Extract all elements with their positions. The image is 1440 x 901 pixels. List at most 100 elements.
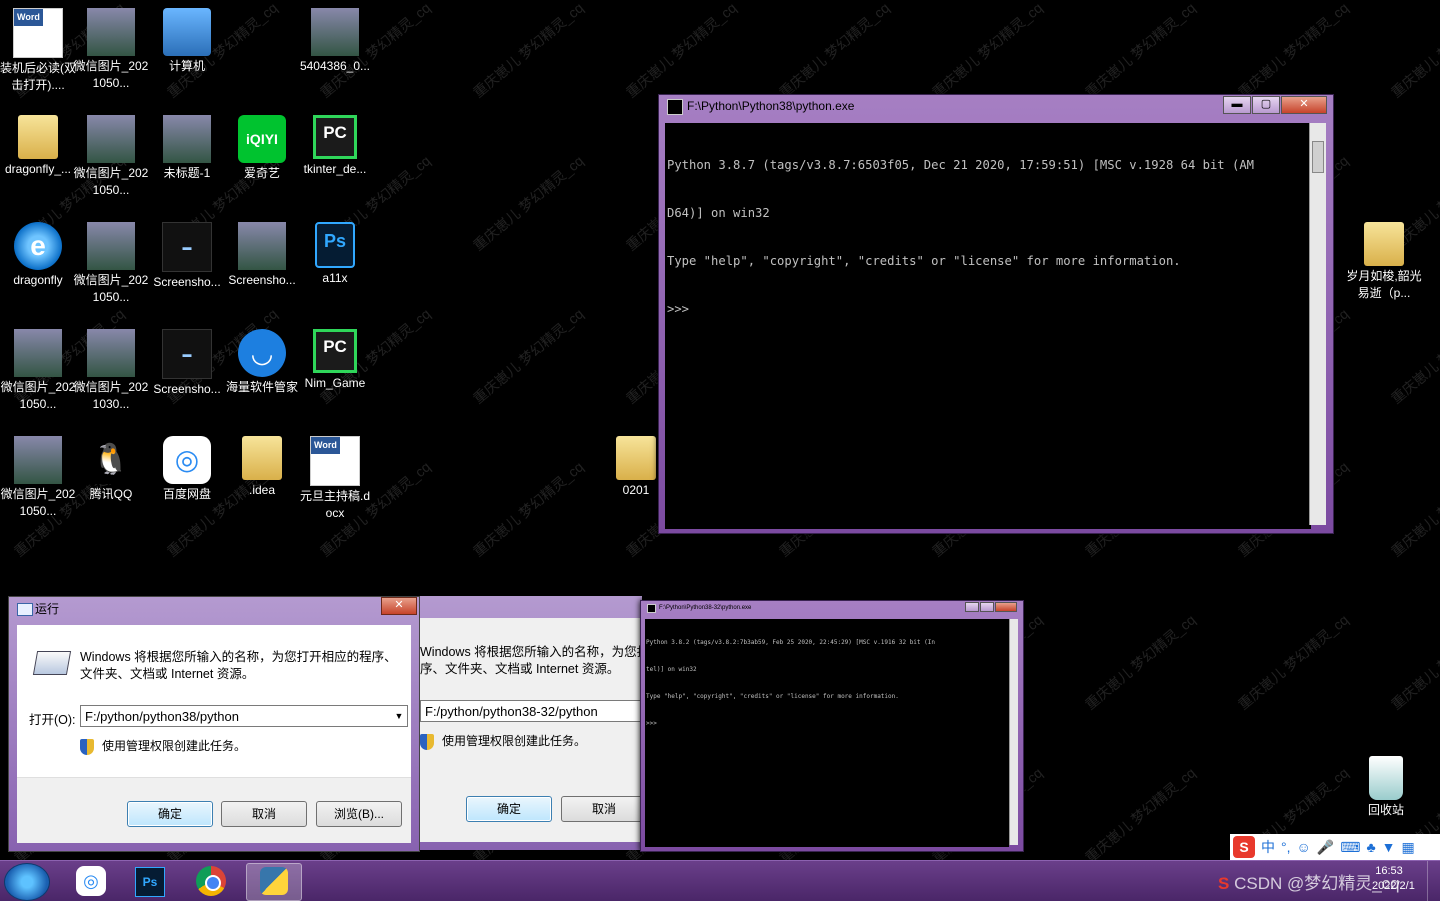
desktop-icon[interactable]: 微信图片_2021050... bbox=[73, 218, 149, 306]
run-titlebar[interactable]: 运行 ✕ bbox=[9, 597, 419, 621]
chrome-icon bbox=[196, 866, 226, 896]
photo-thumbnail bbox=[163, 115, 211, 163]
taskbar-photoshop[interactable]: Ps bbox=[123, 863, 177, 899]
console-window-py38-32[interactable]: F:\Python\Python38-32\python.exe Python … bbox=[640, 600, 1024, 852]
ime-language[interactable]: 中 bbox=[1261, 837, 1275, 857]
scrollbar-thumb[interactable] bbox=[1312, 141, 1324, 173]
watermark-text: 重庆崽儿 梦幻精灵_cq bbox=[470, 458, 587, 560]
desktop-icon[interactable]: 微信图片_2021050... bbox=[73, 4, 149, 92]
watermark-text: 重庆崽儿 梦幻精灵_cq bbox=[1082, 0, 1199, 101]
maximize-button[interactable]: ▢ bbox=[1252, 96, 1280, 114]
photo-thumbnail bbox=[14, 329, 62, 377]
desktop-icon[interactable]: Screensho... bbox=[224, 218, 300, 289]
console-line: tel)] on win32 bbox=[646, 666, 697, 673]
desktop-icon[interactable]: 微信图片_2021050... bbox=[0, 432, 76, 520]
folder-icon bbox=[1364, 222, 1404, 266]
skin-icon[interactable]: ♣ bbox=[1366, 839, 1375, 855]
desktop-icon-label: 百度网盘 bbox=[162, 487, 211, 501]
desktop-icon[interactable]: 岁月如梭,韶光易逝（p... bbox=[1346, 218, 1422, 302]
watermark-text: 重庆崽儿 梦幻精灵_cq bbox=[1388, 458, 1440, 560]
run-app-icon bbox=[17, 603, 33, 616]
desktop-icon[interactable]: ◎ 百度网盘 bbox=[149, 432, 225, 503]
csdn-logo-icon: S bbox=[1218, 874, 1230, 893]
minimize-button-small[interactable] bbox=[965, 602, 979, 612]
run-open-combobox[interactable]: F:/python/python38/python bbox=[80, 705, 408, 727]
photo-thumbnail bbox=[14, 436, 62, 484]
pycharm-icon: PC bbox=[313, 329, 357, 373]
desktop-icon[interactable]: dragonfly_... bbox=[0, 111, 76, 178]
emoji-icon[interactable]: ☺ bbox=[1297, 839, 1311, 855]
run-open-input-behind[interactable]: F:/python/python38-32/python bbox=[420, 700, 642, 722]
ime-toolbar[interactable]: S 中 °, ☺ 🎤 ⌨ ♣ ▼ ▦ bbox=[1230, 834, 1440, 860]
ok-button[interactable]: 确定 bbox=[127, 801, 213, 827]
desktop-icon[interactable]: ◡ 海量软件管家 bbox=[224, 325, 300, 396]
desktop-icon-label: .idea bbox=[248, 483, 276, 497]
cancel-button-behind[interactable]: 取消 bbox=[561, 796, 647, 822]
console-app-icon bbox=[647, 604, 656, 613]
baidu-netdisk-icon: ◎ bbox=[76, 866, 106, 896]
desktop-icon-label: 未标题-1 bbox=[163, 166, 211, 180]
run-dialog[interactable]: 运行 ✕ Windows 将根据您所输入的名称，为您打开相应的程序、文件夹、文档… bbox=[8, 596, 420, 852]
show-desktop-button[interactable] bbox=[1427, 861, 1440, 901]
desktop-icon-label: 元旦主持稿.docx bbox=[299, 489, 370, 520]
desktop-icon[interactable]: PC Nim_Game bbox=[297, 325, 373, 392]
desktop-icon[interactable]: 微信图片_2021030... bbox=[73, 325, 149, 413]
close-button[interactable]: ✕ bbox=[381, 597, 417, 615]
start-button[interactable] bbox=[4, 863, 50, 901]
console-scrollbar[interactable] bbox=[1309, 123, 1326, 525]
desktop-icon[interactable]: 微信图片_2021050... bbox=[0, 325, 76, 413]
ok-button-behind[interactable]: 确定 bbox=[466, 796, 552, 822]
sogou-icon[interactable]: S bbox=[1233, 836, 1255, 858]
desktop-icon[interactable]: iQIYI 爱奇艺 bbox=[224, 111, 300, 182]
desktop-icon[interactable]: Ps a11x bbox=[297, 218, 373, 287]
shirt-icon[interactable]: ▼ bbox=[1382, 839, 1396, 855]
console-window-py38[interactable]: F:\Python\Python38\python.exe ▬ ▢ ✕ Pyth… bbox=[658, 94, 1334, 534]
taskbar-chrome[interactable] bbox=[184, 863, 238, 899]
console-titlebar-small[interactable]: F:\Python\Python38-32\python.exe bbox=[641, 601, 1023, 615]
desktop-icon[interactable]: 计算机 bbox=[149, 4, 225, 75]
chevron-down-icon[interactable]: ▼ bbox=[391, 706, 407, 726]
watermark-text: 重庆崽儿 梦幻精灵_cq bbox=[1082, 611, 1199, 713]
minimize-button[interactable]: ▬ bbox=[1223, 96, 1251, 114]
console-line: Type "help", "copyright", "credits" or "… bbox=[667, 254, 1181, 268]
console-line: Type "help", "copyright", "credits" or "… bbox=[646, 693, 899, 700]
clock[interactable]: 16:53 2022/2/1 bbox=[1372, 864, 1415, 894]
desktop-icon[interactable]: Word 元旦主持稿.docx bbox=[297, 432, 373, 522]
run-dialog-behind[interactable]: Windows 将根据您所输入的名称，为您打开相应的程序、文件夹、文档或 Int… bbox=[416, 596, 712, 850]
console-app-icon bbox=[667, 99, 683, 115]
console-output[interactable]: Python 3.8.7 (tags/v3.8.7:6503f05, Dec 2… bbox=[665, 123, 1311, 529]
taskbar-baidu-netdisk[interactable]: ◎ bbox=[64, 863, 118, 899]
desktop-icon-label: 微信图片_2021030... bbox=[73, 380, 149, 411]
watermark-text: 重庆崽儿 梦幻精灵_cq bbox=[776, 0, 893, 101]
watermark-text: 重庆崽儿 梦幻精灵_cq bbox=[1082, 764, 1199, 866]
console-scrollbar-small[interactable] bbox=[1009, 619, 1018, 845]
browse-button[interactable]: 浏览(B)... bbox=[316, 801, 402, 827]
open-label: 打开(O): bbox=[29, 713, 76, 727]
word-doc-icon: Word bbox=[13, 8, 63, 58]
keyboard-icon[interactable]: ⌨ bbox=[1340, 839, 1360, 856]
desktop-icon-label: 腾讯QQ bbox=[89, 487, 133, 501]
close-button[interactable]: ✕ bbox=[1281, 96, 1327, 114]
desktop-icon[interactable]: 微信图片_2021050... bbox=[73, 111, 149, 199]
desktop-icon[interactable]: 🐧 腾讯QQ bbox=[73, 432, 149, 503]
microphone-icon[interactable]: 🎤 bbox=[1317, 839, 1334, 856]
grid-icon[interactable]: ▦ bbox=[1402, 839, 1415, 856]
console-titlebar[interactable]: F:\Python\Python38\python.exe ▬ ▢ ✕ bbox=[659, 95, 1333, 117]
maximize-button-small[interactable] bbox=[980, 602, 994, 612]
photo-thumbnail: ▬ bbox=[162, 222, 212, 272]
desktop-icon[interactable]: ▬ Screensho... bbox=[149, 218, 225, 291]
desktop-icon[interactable]: 回收站 bbox=[1348, 752, 1424, 819]
desktop-icon[interactable]: ▬ Screensho... bbox=[149, 325, 225, 398]
punctuation-icon[interactable]: °, bbox=[1281, 839, 1291, 855]
desktop-icon[interactable]: 未标题-1 bbox=[149, 111, 225, 182]
console-output-small[interactable]: Python 3.8.2 (tags/v3.8.2:7b3ab59, Feb 2… bbox=[645, 619, 1009, 847]
close-button-small[interactable] bbox=[995, 602, 1017, 612]
cancel-button[interactable]: 取消 bbox=[221, 801, 307, 827]
desktop-icon[interactable]: Word 装机后必读(双击打开).... bbox=[0, 4, 76, 94]
desktop-icon[interactable]: 5404386_0... bbox=[297, 4, 373, 75]
taskbar-python[interactable] bbox=[246, 863, 302, 901]
desktop-icon[interactable]: .idea bbox=[224, 432, 300, 499]
desktop-icon[interactable]: PC tkinter_de... bbox=[297, 111, 373, 178]
desktop-icon[interactable]: e dragonfly bbox=[0, 218, 76, 289]
photo-thumbnail bbox=[87, 115, 135, 163]
